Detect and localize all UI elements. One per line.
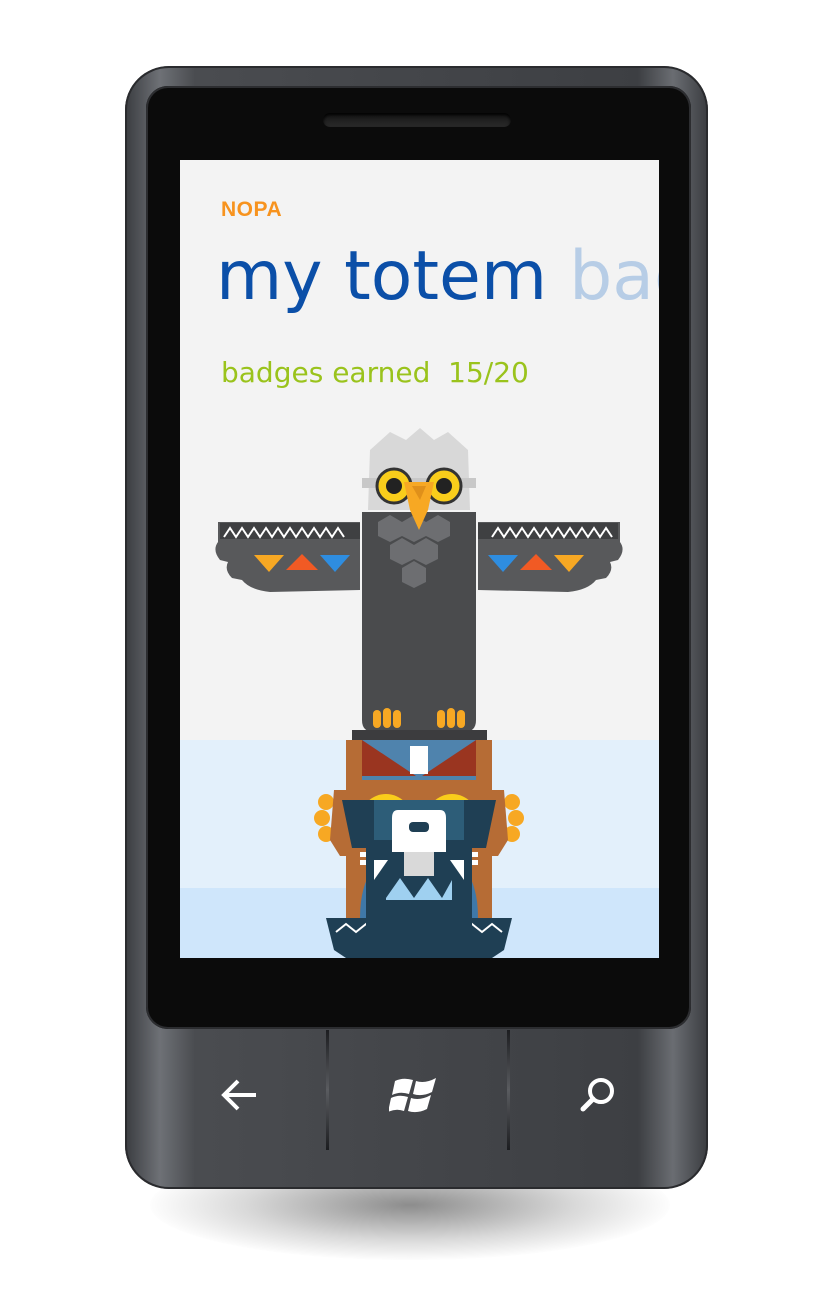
button-divider-right (507, 1030, 510, 1150)
back-arrow-icon (221, 1079, 256, 1111)
pivot-item-badges[interactable]: badg (569, 237, 659, 316)
phone-screen: NOPA my totem badg badges earned 15/20 (180, 160, 659, 958)
app-title: NOPA (221, 198, 283, 221)
button-divider-left (326, 1030, 329, 1150)
badges-earned-line: badges earned 15/20 (221, 356, 529, 389)
back-button[interactable] (180, 1050, 300, 1140)
badges-earned-count: 15/20 (448, 356, 529, 389)
pivot-header: my totem badg (216, 232, 659, 322)
windows-logo-icon (389, 1078, 436, 1113)
earpiece-speaker (323, 113, 511, 127)
pivot-item-my-totem[interactable]: my totem (216, 237, 547, 316)
start-button[interactable] (356, 1050, 476, 1140)
badges-earned-label: badges earned (221, 356, 431, 389)
eagle-body (362, 512, 476, 732)
wolf-lower (342, 800, 496, 958)
search-button[interactable] (538, 1050, 658, 1140)
search-icon (580, 1078, 614, 1112)
